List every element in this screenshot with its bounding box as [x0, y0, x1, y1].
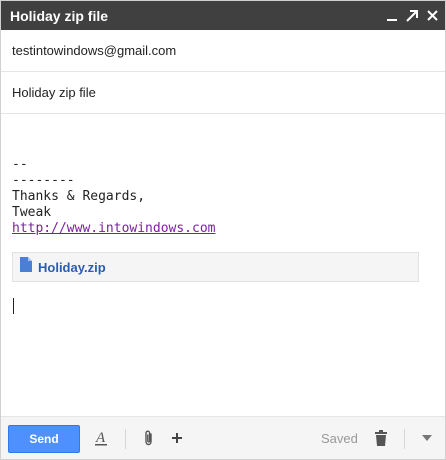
- attachment-name: Holiday.zip: [38, 259, 106, 275]
- window-controls: [385, 9, 445, 23]
- text-cursor: [13, 298, 14, 314]
- attachment-chip[interactable]: Holiday.zip: [12, 252, 419, 282]
- to-field[interactable]: testintowindows@gmail.com: [1, 30, 445, 72]
- toolbar-separator: [125, 429, 126, 449]
- message-body[interactable]: -- -------- Thanks & Regards, Tweak http…: [12, 157, 432, 237]
- trash-icon[interactable]: [373, 429, 389, 447]
- chevron-down-icon[interactable]: [419, 429, 435, 447]
- signature-line: Thanks & Regards,: [12, 189, 146, 204]
- signature-line: --------: [12, 173, 75, 188]
- signature-line: Tweak: [12, 205, 52, 220]
- compose-window: Holiday zip file testintowindows@gmail.c…: [0, 0, 446, 460]
- svg-text:A: A: [95, 430, 106, 446]
- file-icon: [20, 257, 32, 277]
- plus-icon[interactable]: [169, 429, 185, 447]
- compose-titlebar[interactable]: Holiday zip file: [1, 1, 445, 30]
- paperclip-icon[interactable]: [141, 429, 157, 447]
- send-button[interactable]: Send: [8, 425, 80, 453]
- signature-line: --: [12, 157, 28, 172]
- close-icon[interactable]: [425, 9, 439, 23]
- popout-arrow-icon[interactable]: [405, 9, 419, 23]
- signature-link[interactable]: http://www.intowindows.com: [12, 221, 216, 236]
- toolbar-separator: [404, 429, 405, 449]
- minimize-icon[interactable]: [385, 9, 399, 23]
- compose-toolbar: Send A Saved: [1, 416, 445, 459]
- subject-text: Holiday zip file: [12, 85, 96, 100]
- saved-status: Saved: [321, 431, 358, 446]
- subject-field[interactable]: Holiday zip file: [1, 72, 445, 114]
- to-recipient: testintowindows@gmail.com: [12, 43, 177, 58]
- formatting-icon[interactable]: A: [93, 429, 109, 447]
- compose-title: Holiday zip file: [10, 7, 109, 24]
